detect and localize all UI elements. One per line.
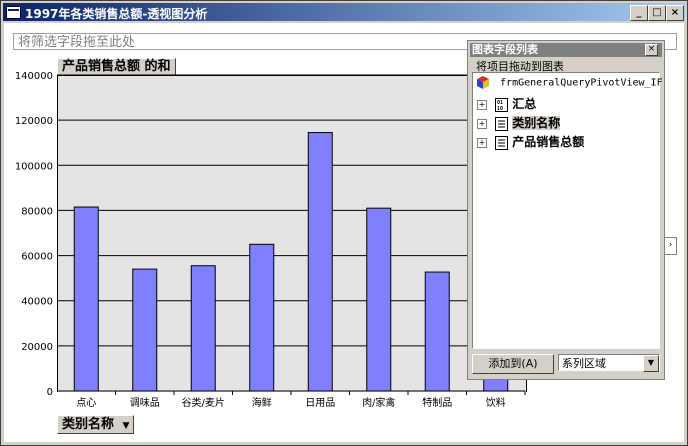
expand-icon[interactable]: + [477,118,487,129]
minimize-button[interactable]: _ [630,5,648,21]
x-tick-label: 谷类/麦片 [182,396,225,409]
x-tick-label: 肉/家禽 [362,396,395,409]
chevron-down-icon: ▼ [122,421,130,431]
y-tick-label: 60000 [21,252,53,263]
field-icon [495,135,509,150]
bar[interactable] [249,243,275,392]
area-select-value: 系列区域 [562,357,606,370]
totals-icon: 01 10 [495,97,509,112]
area-select[interactable]: 系列区域 ▼ [558,354,660,372]
datasource-cube-icon [477,76,489,89]
y-tick-label: 80000 [21,206,53,217]
panel-title[interactable]: 图表字段列表 [470,43,662,57]
panel-edge-arrow-icon[interactable]: › [664,237,677,255]
y-tick-label: 120000 [15,116,53,127]
y-tick-label: 140000 [15,71,53,82]
chart-area: 将筛选字段拖至此处 产品销售总额 的和 0 20000 40000 60000 8000… [4,23,684,442]
maximize-button[interactable]: □ [648,5,666,21]
tree-node-sales-total[interactable]: + 产品销售总额 [477,133,584,150]
bar[interactable] [190,265,216,392]
tree-node-label: 汇总 [512,97,537,111]
tree-node-label: 类别名称 [512,116,561,130]
y-tick-label: 20000 [21,342,53,353]
add-to-button[interactable]: 添加到(A) [472,354,554,374]
tree-node-label: 产品销售总额 [512,135,585,149]
y-tick-label: 0 [47,387,53,398]
x-tick-label: 特制品 [422,396,452,409]
expand-icon[interactable]: + [477,99,487,110]
window-title: 1997年各类销售总额-透视图分析 [25,7,208,21]
svg-text:10: 10 [497,106,503,112]
form-icon [6,6,21,19]
x-tick-label: 日用品 [305,397,335,409]
bar[interactable] [132,268,158,392]
tree-root-label: frmGeneralQueryPivotView_IF [500,77,663,89]
expand-icon[interactable]: + [477,137,487,148]
y-tick-label: 100000 [15,161,53,172]
field-tree[interactable]: frmGeneralQueryPivotView_IF + 01 10 汇总 + [472,72,663,349]
pivot-chart-window: 1997年各类销售总额-透视图分析 _ □ × 将筛选字段拖至此处 产品销售总额… [0,0,688,446]
bar[interactable] [366,207,392,392]
x-tick-label: 饮料 [486,396,506,409]
tree-node-totals[interactable]: + 01 10 汇总 [477,95,536,112]
category-field-label: 类别名称 [62,417,115,432]
close-button[interactable]: × [666,5,684,21]
tree-node-category[interactable]: + 类别名称 [477,114,561,131]
field-icon [495,116,509,131]
chart-field-list-panel[interactable]: 图表字段列表 × 将项目拖动到图表 frmGeneralQueryPivotVi… [467,40,665,380]
bar[interactable] [424,271,450,392]
category-field-button[interactable]: 类别名称 ▼ [57,415,135,434]
tree-root[interactable]: frmGeneralQueryPivotView_IF [477,76,663,89]
y-tick-label: 40000 [21,297,53,308]
chevron-down-icon[interactable]: ▼ [643,355,659,372]
x-tick-label: 点心 [76,397,96,409]
bar[interactable] [73,206,99,392]
title-bar[interactable]: 1997年各类销售总额-透视图分析 _ □ × [3,3,685,21]
close-icon[interactable]: × [645,44,658,56]
x-tick-label: 海鲜 [252,396,272,409]
bar[interactable] [307,132,333,392]
x-tick-label: 调味品 [130,397,160,409]
